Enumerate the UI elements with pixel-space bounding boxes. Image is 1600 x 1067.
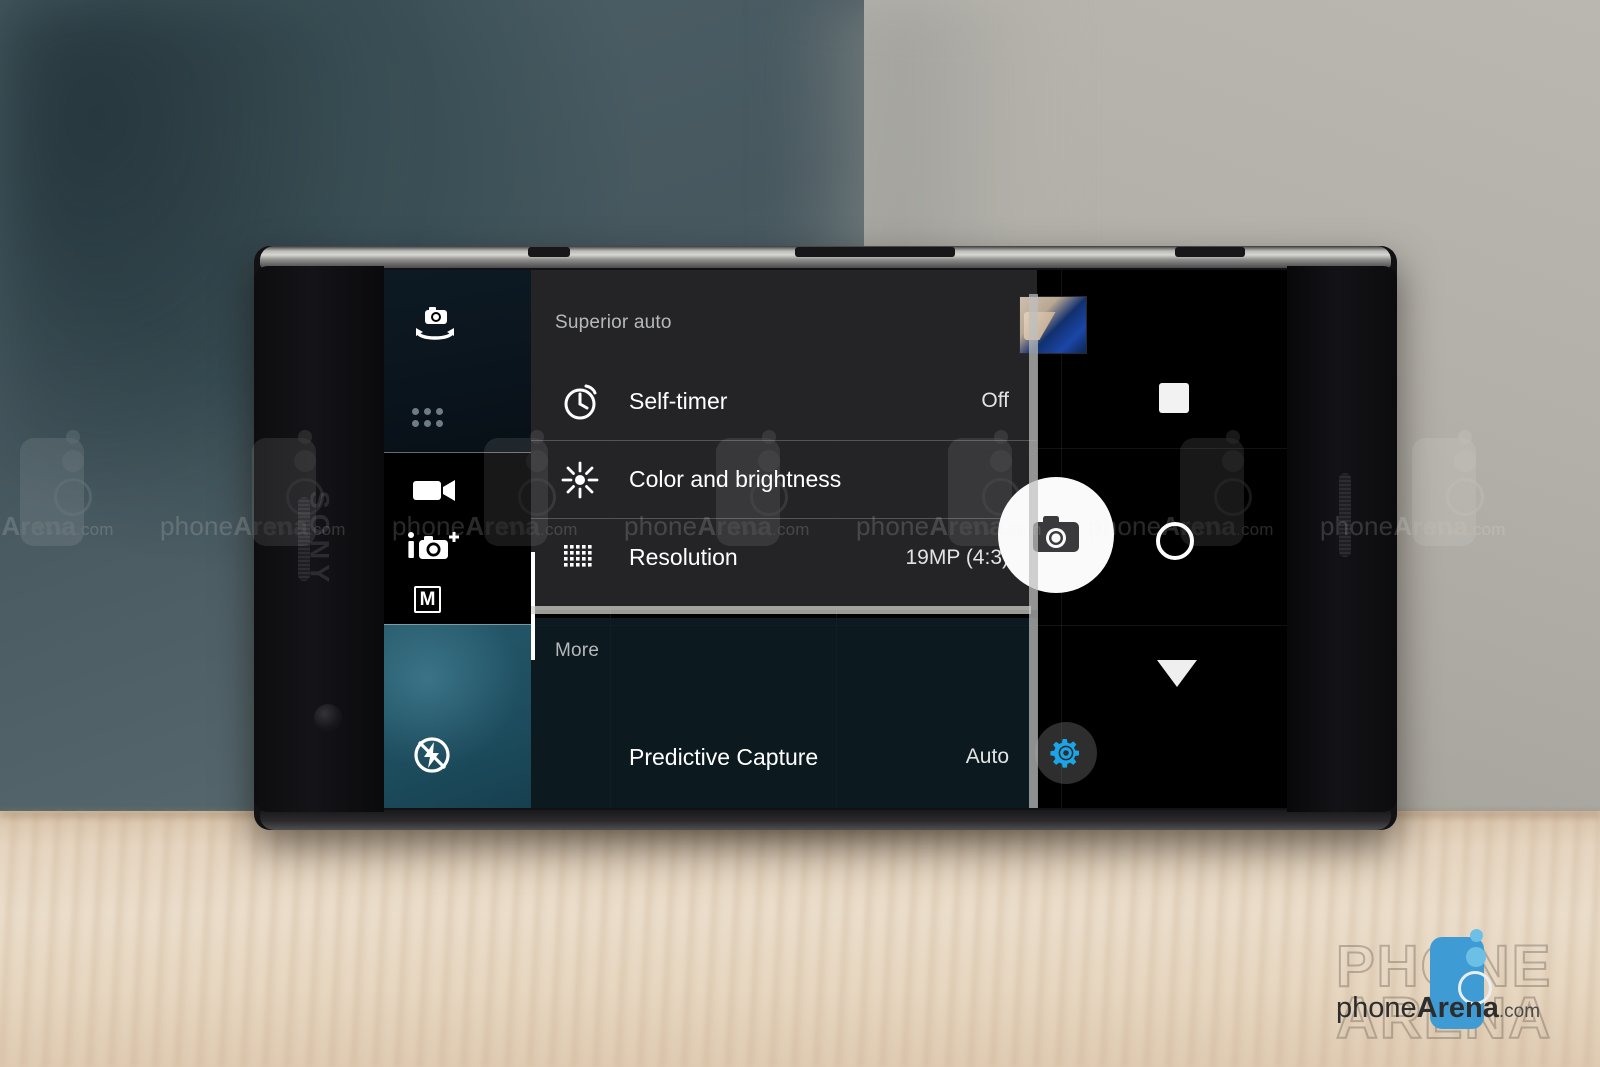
triangle-down-icon[interactable] — [1157, 660, 1197, 687]
section-header-more: More — [555, 640, 600, 661]
front-camera-lens — [314, 704, 342, 732]
camera-mode-strip: M — [384, 270, 531, 808]
flash-off-icon[interactable] — [410, 733, 454, 782]
sony-xperia-phone: SONY M Superior auto Self-timer Off Colo… — [254, 246, 1397, 830]
record-stop-icon[interactable] — [1159, 383, 1189, 413]
video-camera-icon[interactable] — [411, 475, 459, 510]
brightness-icon — [531, 460, 629, 500]
logo-bubble-medium — [1466, 947, 1486, 967]
video-record-button[interactable] — [1156, 522, 1194, 560]
camera-switch-icon[interactable] — [412, 306, 458, 351]
manual-mode-icon[interactable]: M — [414, 586, 441, 613]
photo-scene: SONY M Superior auto Self-timer Off Colo… — [0, 0, 1600, 1067]
section-header-superior-auto: Superior auto — [555, 312, 672, 333]
speaker-grille — [1339, 473, 1351, 558]
logo-bubble-small — [1470, 929, 1483, 942]
menu-label-color-brightness: Color and brightness — [629, 466, 842, 492]
self-timer-icon — [531, 380, 629, 422]
phone-left-bezel: SONY — [254, 266, 384, 812]
settings-gear-button[interactable] — [1035, 722, 1097, 784]
gear-icon — [1050, 739, 1079, 768]
menu-label-predictive-capture: Predictive Capture — [629, 743, 819, 770]
phone-top-frame — [260, 246, 1391, 268]
menu-label-self-timer: Self-timer — [629, 387, 728, 414]
mode-strip-middle: M — [384, 452, 531, 624]
mode-strip-top — [384, 270, 531, 452]
phonearena-corner-logo: PHONE ARENA phoneArena.com — [1328, 927, 1551, 1049]
phone-bottom-frame — [260, 810, 1391, 830]
menu-scrollbar[interactable] — [1029, 294, 1038, 808]
menu-label-resolution: Resolution — [629, 544, 738, 570]
phone-right-bezel — [1287, 266, 1397, 812]
phone-screen: M Superior auto Self-timer Off Color and… — [384, 270, 1287, 808]
logo-prefix: phone — [1336, 992, 1417, 1024]
antenna-band — [795, 247, 955, 257]
camera-shutter-button[interactable] — [998, 477, 1114, 593]
speaker-grille — [298, 497, 310, 581]
menu-section-scroll-edge — [531, 606, 1031, 614]
logo-wordmark: phoneArena.com — [1336, 992, 1540, 1025]
apps-grid-icon[interactable] — [412, 408, 443, 427]
antenna-band — [528, 247, 570, 257]
mode-strip-bottom-preview — [384, 624, 531, 808]
resolution-grid-icon — [531, 543, 629, 573]
logo-brand: Arena — [1416, 992, 1499, 1024]
logo-suffix: .com — [1498, 1001, 1541, 1022]
camera-controls-column — [957, 270, 1287, 808]
antenna-band — [1175, 247, 1245, 257]
i-auto-camera-icon[interactable] — [406, 529, 464, 568]
